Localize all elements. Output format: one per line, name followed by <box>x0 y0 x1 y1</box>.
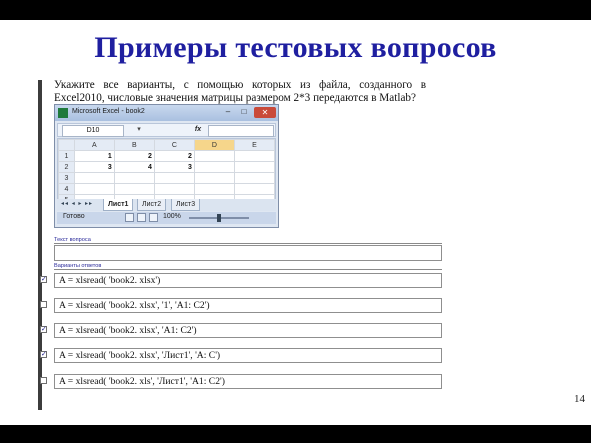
table-row: 2343 <box>58 161 276 173</box>
maximize-icon[interactable]: □ <box>236 107 252 118</box>
cell[interactable] <box>233 150 276 162</box>
divider <box>54 243 442 244</box>
minimize-icon[interactable]: – <box>220 107 236 118</box>
page-number: 14 <box>574 393 585 405</box>
column-header[interactable]: A <box>73 139 115 151</box>
column-header-row: ABCDE <box>58 139 276 151</box>
chevron-down-icon[interactable]: ▾ <box>134 125 144 135</box>
excel-status-bar: Готово 100% <box>57 212 276 224</box>
excel-titlebar: Microsoft Excel - book2 – □ ✕ <box>55 105 278 121</box>
cell[interactable]: 1 <box>73 150 115 162</box>
row-header[interactable]: 3 <box>58 172 75 184</box>
zoom-level: 100% <box>163 213 181 220</box>
answer-option[interactable]: A = xlsread( 'book2. xlsx') <box>54 273 442 288</box>
answer-checkbox[interactable] <box>40 377 47 384</box>
question-text: Укажите все варианты, с помощью которых … <box>54 79 426 105</box>
excel-window: Microsoft Excel - book2 – □ ✕ D10 ▾ fx A… <box>54 104 279 228</box>
cell[interactable] <box>233 161 276 173</box>
column-header[interactable]: D <box>193 139 235 151</box>
cell[interactable] <box>193 183 235 195</box>
answer-checkbox[interactable]: ✓ <box>40 276 47 283</box>
table-row: 1122 <box>58 150 276 162</box>
column-header[interactable]: B <box>113 139 155 151</box>
table-row: 4 <box>58 183 276 195</box>
cell[interactable]: 4 <box>113 161 155 173</box>
page-layout-icon[interactable] <box>137 213 146 222</box>
cell[interactable] <box>113 172 155 184</box>
excel-formula-bar: D10 ▾ fx <box>57 123 276 137</box>
sheet-tab[interactable]: Лист3 <box>171 199 201 211</box>
status-ready: Готово <box>63 213 85 220</box>
cell[interactable] <box>73 172 115 184</box>
cell[interactable] <box>233 183 276 195</box>
cell[interactable]: 3 <box>153 161 195 173</box>
function-icon[interactable]: fx <box>191 125 205 135</box>
select-all-corner[interactable] <box>58 139 75 151</box>
row-header[interactable]: 4 <box>58 183 75 195</box>
cell[interactable] <box>153 183 195 195</box>
row-header[interactable]: 2 <box>58 161 75 173</box>
formula-input[interactable] <box>208 125 274 137</box>
cell[interactable]: 2 <box>153 150 195 162</box>
answer-option[interactable]: A = xlsread( 'book2. xlsx', 'Лист1', 'A:… <box>54 348 442 363</box>
page-break-icon[interactable] <box>149 213 158 222</box>
answer-checkbox[interactable] <box>40 301 47 308</box>
answer-option[interactable]: A = xlsread( 'book2. xlsx', 'A1: C2') <box>54 323 442 338</box>
column-header[interactable]: C <box>153 139 195 151</box>
answer-checkbox[interactable]: ✓ <box>40 351 47 358</box>
sheet-tab-bar: ◂◂ ◂ ▸ ▸▸ Лист1 Лист2 Лист3 <box>57 199 276 211</box>
cell[interactable]: 3 <box>73 161 115 173</box>
cell[interactable] <box>233 172 276 184</box>
cell[interactable] <box>193 161 235 173</box>
cell[interactable] <box>113 183 155 195</box>
row-header[interactable]: 1 <box>58 150 75 162</box>
answer-checkbox[interactable]: ✓ <box>40 326 47 333</box>
cell[interactable] <box>73 183 115 195</box>
close-icon[interactable]: ✕ <box>254 107 276 118</box>
question-line-1: Укажите все варианты, с помощью которых … <box>54 79 426 91</box>
sheet-tab[interactable]: Лист1 <box>103 199 134 211</box>
spreadsheet-table: ABCDE 11222343345 <box>58 139 276 206</box>
excel-logo-icon <box>58 108 68 118</box>
sheet-nav-arrows-icon[interactable]: ◂◂ ◂ ▸ ▸▸ <box>61 200 93 207</box>
cell[interactable] <box>193 172 235 184</box>
cell[interactable] <box>153 172 195 184</box>
sheet-tab[interactable]: Лист2 <box>137 199 167 211</box>
answer-option[interactable]: A = xlsread( 'book2. xlsx', '1', 'A1: C2… <box>54 298 442 313</box>
zoom-slider-thumb[interactable] <box>217 214 221 222</box>
spreadsheet-body: 11222343345 <box>58 150 276 206</box>
table-row: 3 <box>58 172 276 184</box>
normal-view-icon[interactable] <box>125 213 134 222</box>
bottom-black-bar <box>0 425 591 443</box>
top-black-bar <box>0 0 591 20</box>
cell[interactable]: 2 <box>113 150 155 162</box>
column-header[interactable]: E <box>233 139 276 151</box>
divider <box>54 269 442 270</box>
name-box[interactable]: D10 <box>62 125 124 137</box>
slide-title: Примеры тестовых вопросов <box>94 31 497 64</box>
answer-option[interactable]: A = xlsread( 'book2. xls', 'Лист1', 'A1:… <box>54 374 442 389</box>
question-text-field[interactable] <box>54 245 442 261</box>
left-vertical-rule <box>38 80 42 410</box>
question-line-2: Excel2010, числовые значения матрицы раз… <box>54 92 416 104</box>
cell[interactable] <box>193 150 235 162</box>
excel-window-title: Microsoft Excel - book2 <box>72 108 145 115</box>
